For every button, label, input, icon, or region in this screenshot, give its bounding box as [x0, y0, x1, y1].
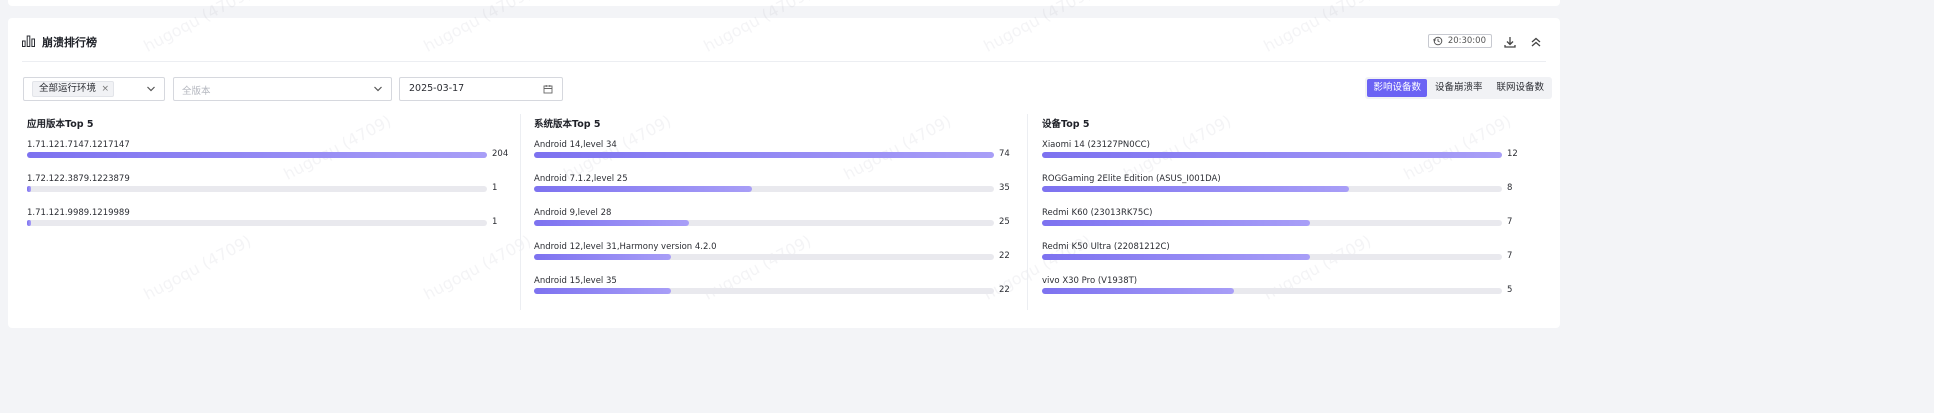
bar-label: Android 15,level 35 [534, 276, 617, 286]
env-tag: 全部运行环境 × [32, 81, 115, 97]
refresh-time-chip[interactable]: 20:30:00 [1427, 34, 1492, 48]
bar-value-label: 22 [999, 251, 1010, 261]
header-divider [22, 61, 1546, 62]
bar-label: Android 12,level 31,Harmony version 4.2.… [534, 242, 717, 252]
app-version-top5: 应用版本Top 5 1.71.121.7147.1217147 204 1.72.12… [23, 114, 519, 314]
bar-row: 1.71.121.9989.1219989 1 [27, 208, 507, 242]
bar-label: Redmi K60 (23013RK75C) [1042, 208, 1153, 218]
bar-row: vivo X30 Pro (V1938T) 5 [1042, 276, 1522, 310]
bar-row: Android 7.1.2,level 25 35 [534, 174, 1014, 208]
bar-row: Android 15,level 35 22 [534, 276, 1014, 310]
bar [1042, 254, 1311, 260]
tag-remove-icon[interactable]: × [101, 82, 109, 96]
bar-track [1042, 152, 1502, 158]
env-tag-label: 全部运行环境 [39, 83, 97, 94]
os-version-top5: 系统版本Top 5 Android 14,level 34 74 Android 7.… [530, 114, 1026, 314]
bar [534, 186, 752, 192]
panel-header: 崩溃排行榜 20:30:00 [22, 32, 1546, 52]
bar-row: 1.72.122.3879.1223879 1 [27, 174, 507, 208]
bar-track [1042, 288, 1502, 294]
bar-value-label: 1 [492, 183, 498, 193]
bar [534, 254, 671, 260]
download-icon[interactable] [1502, 34, 1518, 50]
bar-label: 1.71.121.9989.1219989 [27, 208, 130, 218]
bar-row: ROGGaming 2Elite Edition (ASUS_I001DA) 8 [1042, 174, 1522, 208]
bar [534, 220, 690, 226]
column-divider [1027, 114, 1028, 310]
panel-title: 崩溃排行榜 [42, 36, 97, 49]
bar [1042, 186, 1349, 192]
bar-track [1042, 186, 1502, 192]
bar-track [534, 152, 994, 158]
chart-title: 应用版本Top 5 [27, 119, 94, 130]
bar-row: Xiaomi 14 (23127PN0CC) 12 [1042, 140, 1522, 174]
chevron-down-icon [374, 86, 382, 92]
bar-track [27, 220, 487, 226]
bar-track [27, 186, 487, 192]
bar-label: Android 9,level 28 [534, 208, 612, 218]
date-picker[interactable]: 2025-03-17 [399, 77, 563, 101]
bar [27, 220, 31, 226]
bar-label: ROGGaming 2Elite Edition (ASUS_I001DA) [1042, 174, 1221, 184]
bar-label: 1.71.121.7147.1217147 [27, 140, 130, 150]
bar-track [534, 288, 994, 294]
bar-row: Android 14,level 34 74 [534, 140, 1014, 174]
bar-value-label: 5 [1507, 285, 1513, 295]
bar-label: Xiaomi 14 (23127PN0CC) [1042, 140, 1150, 150]
bar-label: Redmi K50 Ultra (22081212C) [1042, 242, 1170, 252]
bar-value-label: 22 [999, 285, 1010, 295]
bar-value-label: 25 [999, 217, 1010, 227]
bar-row: Redmi K50 Ultra (22081212C) 7 [1042, 242, 1522, 276]
chart-title: 设备Top 5 [1042, 119, 1090, 130]
bar-row: Redmi K60 (23013RK75C) 7 [1042, 208, 1522, 242]
bar-value-label: 8 [1507, 183, 1513, 193]
metric-tab[interactable]: 设备崩溃率 [1429, 79, 1489, 97]
crash-ranking-panel: hugoqu (4709) hugoqu (4709) hugoqu (4709) h… [8, 0, 1560, 328]
chart-title: 系统版本Top 5 [534, 119, 601, 130]
bar-track [534, 254, 994, 260]
bar-value-label: 35 [999, 183, 1010, 193]
bar-value-label: 204 [492, 149, 509, 159]
calendar-icon [543, 85, 553, 94]
bar-label: Android 14,level 34 [534, 140, 617, 150]
refresh-time: 20:30:00 [1447, 36, 1486, 46]
bar-row: Android 9,level 28 25 [534, 208, 1014, 242]
version-placeholder: 全版本 [182, 86, 211, 97]
bar-track [534, 186, 994, 192]
bar-track [27, 152, 487, 158]
collapse-icon[interactable] [1528, 34, 1544, 50]
bar-track [1042, 220, 1502, 226]
version-select[interactable]: 全版本 [173, 77, 392, 101]
date-value: 2025-03-17 [409, 83, 465, 94]
device-top5: 设备Top 5 Xiaomi 14 (23127PN0CC) 12 ROGGaming… [1038, 114, 1534, 314]
metric-tab[interactable]: 影响设备数 [1367, 79, 1427, 97]
bar-row: Android 12,level 31,Harmony version 4.2.… [534, 242, 1014, 276]
previous-card-edge [8, 0, 1560, 6]
chevron-down-icon [147, 86, 155, 92]
bar [1042, 152, 1502, 158]
history-icon [1433, 36, 1443, 46]
bar-value-label: 7 [1507, 251, 1513, 261]
bar-value-label: 74 [999, 149, 1010, 159]
bar [27, 186, 31, 192]
bar-value-label: 1 [492, 217, 498, 227]
column-divider [520, 114, 521, 310]
bar-chart-icon [22, 35, 35, 47]
bar-label: vivo X30 Pro (V1938T) [1042, 276, 1138, 286]
bar [534, 288, 671, 294]
bar [1042, 288, 1234, 294]
bar-value-label: 7 [1507, 217, 1513, 227]
bar-value-label: 12 [1507, 149, 1518, 159]
bar-track [1042, 254, 1502, 260]
metric-toggle: 影响设备数 设备崩溃率 联网设备数 [1365, 77, 1552, 99]
bar-label: 1.72.122.3879.1223879 [27, 174, 130, 184]
metric-tab[interactable]: 联网设备数 [1490, 79, 1550, 97]
bar-row: 1.71.121.7147.1217147 204 [27, 140, 509, 174]
bar-label: Android 7.1.2,level 25 [534, 174, 628, 184]
bar-track [534, 220, 994, 226]
bar [534, 152, 994, 158]
bar [1042, 220, 1311, 226]
bar [27, 152, 487, 158]
runtime-env-select[interactable]: 全部运行环境 × [23, 77, 165, 101]
